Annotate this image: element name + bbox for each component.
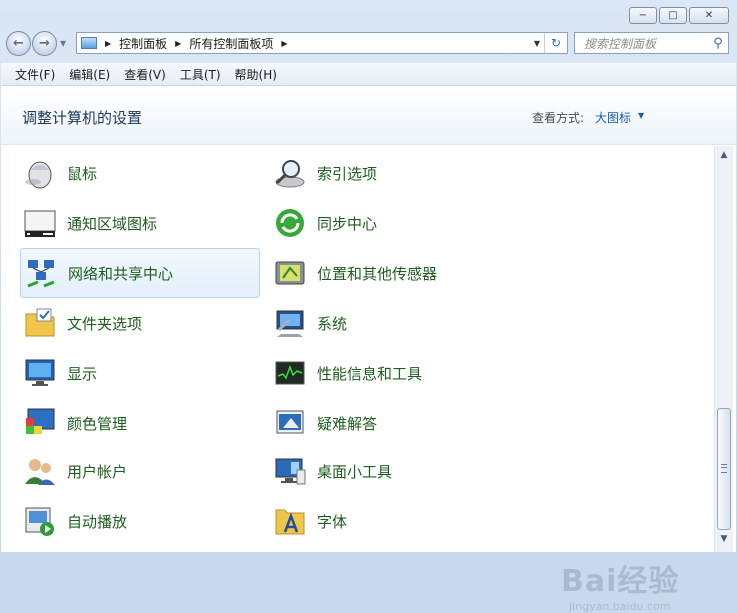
color-management-icon: [26, 408, 55, 434]
page-title: 调整计算机的设置: [22, 109, 143, 127]
item-label: 位置和其他传感器: [317, 264, 438, 283]
mouse-icon: [25, 161, 52, 189]
menu-edit[interactable]: 编辑(E): [62, 66, 117, 83]
item-label: 索引选项: [317, 164, 378, 183]
menu-tools[interactable]: 工具(T): [173, 66, 228, 83]
items-grid: 鼠标 通知区域图标 网络和共享中心 文件夹选项 显示 颜色管理 用户帐户 自动播…: [1, 146, 713, 552]
item-label: 通知区域图标: [67, 214, 158, 233]
item-label: 鼠标: [67, 164, 98, 183]
item-color-management[interactable]: 颜色管理: [20, 400, 260, 446]
item-label: 疑难解答: [317, 414, 378, 433]
back-arrow-icon: ←: [13, 36, 24, 51]
forward-button[interactable]: →: [32, 31, 57, 56]
forward-arrow-icon: →: [39, 36, 50, 51]
menu-help[interactable]: 帮助(H): [228, 66, 284, 83]
item-label: 颜色管理: [67, 414, 128, 433]
item-folder-options[interactable]: 文件夹选项: [20, 300, 260, 346]
window-caption-buttons: − □ ✕: [629, 7, 729, 24]
item-system[interactable]: 系统: [270, 300, 510, 346]
item-user-accounts[interactable]: 用户帐户: [20, 448, 260, 494]
watermark-url: jingyan.baidu.com: [569, 600, 671, 613]
item-label: 用户帐户: [67, 462, 128, 481]
item-label: 桌面小工具: [317, 462, 393, 481]
control-panel-icon: [81, 37, 97, 49]
item-autoplay[interactable]: 自动播放: [20, 498, 260, 544]
vertical-scrollbar[interactable]: ▲ ▼: [714, 146, 733, 552]
content-area: 调整计算机的设置 查看方式: 大图标 ▼ 鼠标 通知区域图标 网络和共享中心 文…: [1, 86, 736, 613]
breadcrumb-all-items[interactable]: 所有控制面板项: [189, 35, 273, 52]
indexing-options-icon: [275, 160, 305, 188]
folder-options-icon: [25, 308, 55, 337]
control-panel-window: − □ ✕ ← → ▼ ▶ 控制面板 ▶ 所有控制面板项 ▶ ▼ ↻ 搜索控制面…: [0, 0, 737, 613]
content-header: 调整计算机的设置 查看方式: 大图标 ▼: [1, 86, 736, 145]
search-box[interactable]: 搜索控制面板 ⚲: [574, 32, 729, 54]
navigation-buttons: ← → ▼: [6, 31, 66, 56]
menu-view[interactable]: 查看(V): [117, 66, 173, 83]
breadcrumb-control-panel[interactable]: 控制面板: [119, 35, 167, 52]
breadcrumb-separator-icon[interactable]: ▶: [105, 39, 111, 48]
scroll-down-icon[interactable]: ▼: [715, 534, 733, 544]
sync-center-icon: [276, 209, 304, 237]
item-desktop-gadgets[interactable]: 桌面小工具: [270, 448, 510, 494]
search-icon[interactable]: ⚲: [708, 36, 728, 51]
fonts-icon: [275, 509, 305, 535]
item-label: 字体: [317, 512, 348, 531]
view-by-dropdown-icon[interactable]: ▼: [638, 111, 644, 120]
item-label: 系统: [317, 314, 348, 333]
view-by-dropdown[interactable]: 大图标: [595, 109, 631, 126]
item-mouse[interactable]: 鼠标: [20, 150, 260, 196]
breadcrumb-separator-icon[interactable]: ▶: [175, 39, 181, 48]
item-label: 同步中心: [317, 214, 378, 233]
network-sharing-icon: [27, 260, 55, 288]
user-accounts-icon: [25, 459, 55, 485]
scroll-up-icon[interactable]: ▲: [715, 150, 733, 160]
item-label: 网络和共享中心: [68, 264, 174, 283]
desktop-gadgets-icon: [275, 458, 306, 485]
notification-area-icon: [24, 210, 56, 237]
item-sync-center[interactable]: 同步中心: [270, 200, 510, 246]
minimize-button[interactable]: −: [629, 7, 657, 24]
watermark: Bai经验 jingyan.baidu.com: [561, 556, 679, 613]
refresh-button[interactable]: ↻: [544, 33, 567, 53]
view-by-label: 查看方式:: [532, 111, 585, 125]
address-bar[interactable]: ▶ 控制面板 ▶ 所有控制面板项 ▶ ▼ ↻: [76, 32, 568, 54]
item-display[interactable]: 显示: [20, 350, 260, 396]
location-sensors-icon: [275, 261, 305, 285]
item-fonts[interactable]: 字体: [270, 498, 510, 544]
scroll-thumb[interactable]: [717, 408, 731, 530]
item-network-sharing[interactable]: 网络和共享中心: [20, 248, 260, 298]
refresh-icon: ↻: [550, 36, 562, 50]
menu-file[interactable]: 文件(F): [1, 66, 62, 83]
back-button[interactable]: ←: [6, 31, 31, 56]
item-troubleshooting[interactable]: 疑难解答: [270, 400, 510, 446]
item-location-sensors[interactable]: 位置和其他传感器: [270, 250, 510, 296]
troubleshooting-icon: [276, 410, 304, 434]
recent-pages-dropdown[interactable]: ▼: [60, 39, 66, 48]
grip-icon: [721, 464, 727, 473]
watermark-logo: Bai经验: [561, 564, 680, 599]
maximize-button[interactable]: □: [659, 7, 687, 24]
performance-icon: [275, 361, 305, 385]
item-label: 性能信息和工具: [317, 364, 423, 383]
item-label: 文件夹选项: [67, 314, 143, 333]
item-label: 自动播放: [67, 512, 128, 531]
display-icon: [25, 359, 55, 386]
item-notification-area[interactable]: 通知区域图标: [20, 200, 260, 246]
item-performance[interactable]: 性能信息和工具: [270, 350, 510, 396]
system-icon: [276, 310, 304, 337]
item-indexing-options[interactable]: 索引选项: [270, 150, 510, 196]
search-input[interactable]: 搜索控制面板: [575, 35, 708, 52]
address-dropdown-icon[interactable]: ▼: [530, 39, 544, 48]
autoplay-icon: [25, 507, 54, 536]
breadcrumb-separator-icon[interactable]: ▶: [281, 39, 287, 48]
item-label: 显示: [67, 364, 98, 383]
close-button[interactable]: ✕: [689, 7, 729, 24]
menu-bar: 文件(F) 编辑(E) 查看(V) 工具(T) 帮助(H): [1, 63, 736, 86]
